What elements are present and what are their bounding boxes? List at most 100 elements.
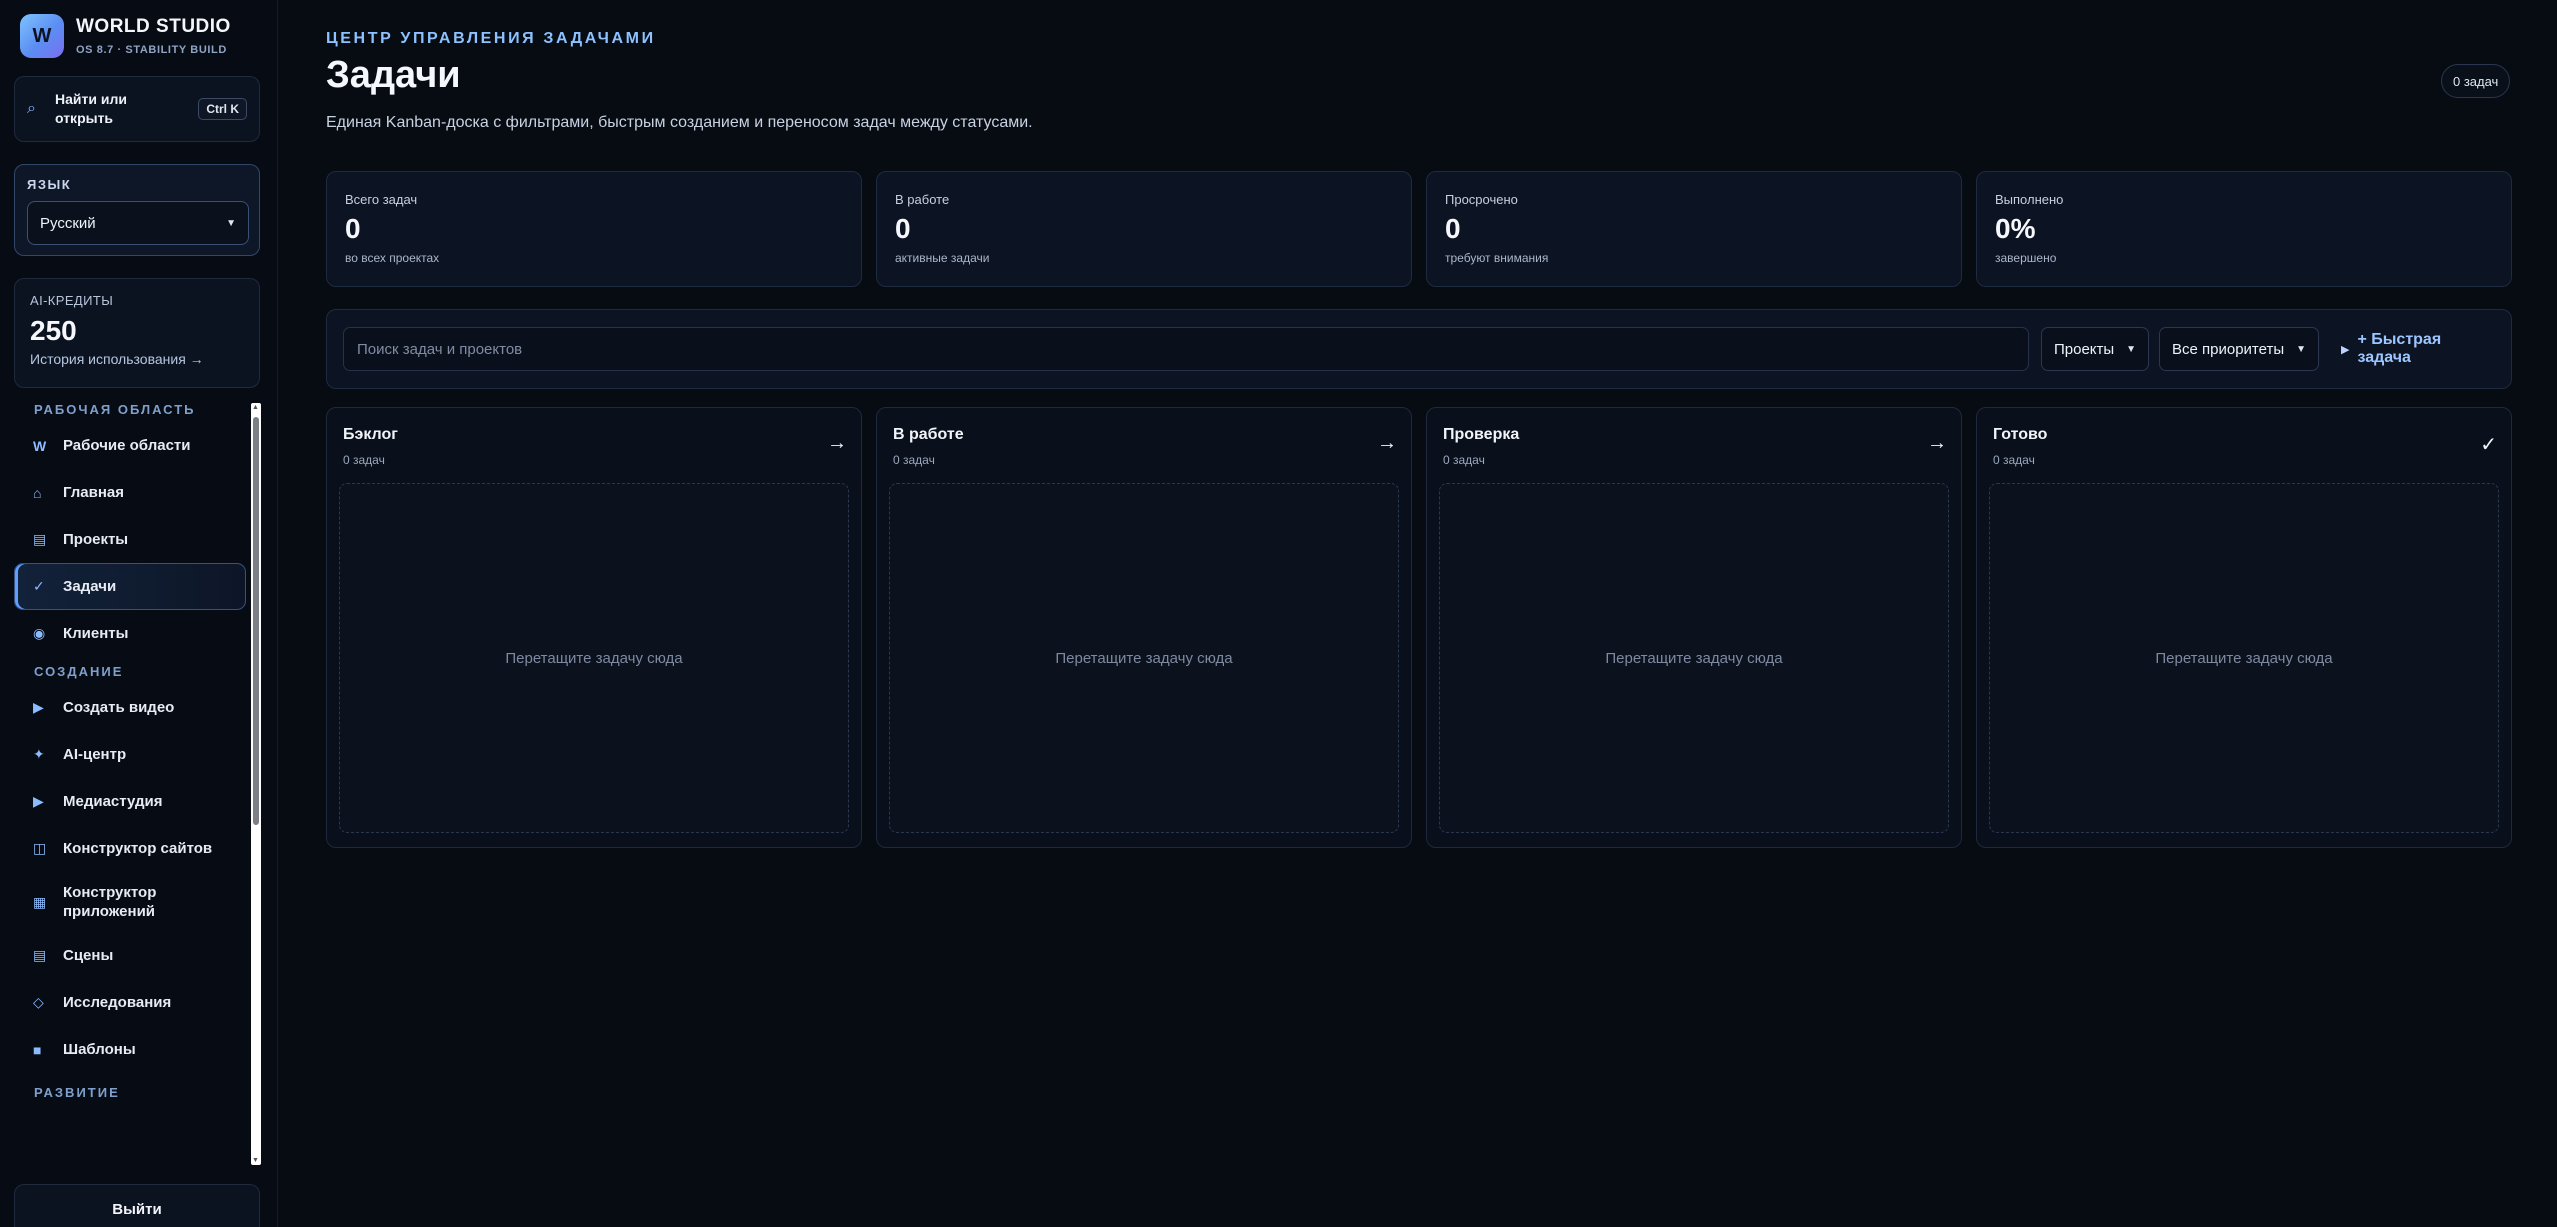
stat-hint: требуют внимания [1445, 251, 1549, 265]
column-title: В работе [893, 426, 964, 443]
main-content: ЦЕНТР УПРАВЛЕНИЯ ЗАДАЧАМИ Задачи Единая … [278, 0, 2557, 1227]
home-icon: ⌂ [33, 484, 42, 501]
play-icon: ▶ [33, 793, 44, 809]
page-eyebrow: ЦЕНТР УПРАВЛЕНИЯ ЗАДАЧАМИ [326, 30, 656, 47]
column-count: 0 задач [893, 453, 935, 467]
language-select[interactable]: Русский ▼ [27, 201, 249, 245]
scrollbar-thumb[interactable] [253, 417, 259, 825]
arrow-right-icon[interactable]: → [827, 432, 847, 455]
filter-toolbar: Поиск задач и проектов Проекты ▼ Все при… [326, 309, 2512, 389]
layout-icon: ◫ [33, 840, 47, 856]
stat-card-done: Выполнено 0% завершено [1976, 171, 2512, 287]
sidebar-item-tasks[interactable]: ✓ Задачи [14, 563, 246, 610]
sidebar-item-templates[interactable]: ■ Шаблоны [14, 1026, 246, 1073]
stat-value: 0 [1445, 213, 1461, 244]
projects-filter-select[interactable]: Проекты ▼ [2041, 327, 2149, 371]
column-title: Проверка [1443, 426, 1520, 443]
nav-section-growth: РАЗВИТИЕ [34, 1085, 120, 1100]
check-icon: ✓ [33, 578, 45, 594]
column-count: 0 задач [1443, 453, 1485, 467]
shortcut-badge: Ctrl K [198, 98, 247, 120]
credits-value: 250 [30, 315, 77, 346]
stat-value: 0% [1995, 213, 2036, 244]
stat-label: Просрочено [1445, 192, 1518, 207]
sidebar-scrollbar[interactable]: ▲ ▼ [251, 403, 261, 1165]
kanban-column-review: Проверка 0 задач → Перетащите задачу сюд… [1426, 407, 1962, 848]
chevron-down-icon: ▼ [226, 217, 236, 229]
sidebar-item-label: AI-центр [63, 746, 127, 763]
priority-filter-select[interactable]: Все приоритеты ▼ [2159, 327, 2319, 371]
stat-value: 0 [895, 213, 911, 244]
sidebar-item-media-studio[interactable]: ▶ Медиастудия [14, 778, 246, 825]
film-icon: ▤ [33, 947, 47, 963]
stat-card-overdue: Просрочено 0 требуют внимания [1426, 171, 1962, 287]
sparkle-icon: ✦ [33, 746, 45, 762]
sidebar-item-label: Конструктор сайтов [63, 840, 213, 857]
search-icon: ⌕ [27, 100, 36, 117]
column-dropzone[interactable]: Перетащите задачу сюда [1439, 483, 1949, 833]
sidebar: W WORLD STUDIO OS 8.7 · STABILITY BUILD … [0, 0, 278, 1227]
logout-button[interactable]: Выйти [14, 1184, 260, 1227]
stat-label: Всего задач [345, 192, 418, 207]
sidebar-item-label: Сцены [63, 947, 114, 964]
credits-caption: AI-КРЕДИТЫ [30, 293, 114, 308]
command-search-button[interactable]: ⌕ Найти или открыть Ctrl K [14, 76, 260, 142]
sidebar-item-app-builder[interactable]: ▦ Конструктор приложений [14, 872, 246, 932]
template-icon: ■ [33, 1041, 42, 1058]
sidebar-item-label: Главная [63, 484, 125, 501]
scroll-down-icon[interactable]: ▼ [252, 1157, 259, 1164]
sidebar-item-label: Рабочие области [63, 437, 191, 454]
task-search-input[interactable]: Поиск задач и проектов [343, 327, 2029, 371]
column-count: 0 задач [343, 453, 385, 467]
sidebar-item-workspaces[interactable]: W Рабочие области [14, 422, 246, 469]
column-count: 0 задач [1993, 453, 2035, 467]
sidebar-item-research[interactable]: ◇ Исследования [14, 979, 246, 1026]
usage-history-link[interactable]: История использования → [30, 351, 244, 367]
column-dropzone[interactable]: Перетащите задачу сюда [339, 483, 849, 833]
check-icon[interactable]: ✓ [2480, 432, 2497, 457]
sidebar-item-home[interactable]: ⌂ Главная [14, 469, 246, 516]
sidebar-item-clients[interactable]: ◉ Клиенты [14, 610, 246, 657]
sidebar-item-label: Создать видео [63, 699, 175, 716]
sidebar-item-create-video[interactable]: ▶ Создать видео [14, 684, 246, 731]
kanban-column-done: Готово 0 задач ✓ Перетащите задачу сюда [1976, 407, 2512, 848]
stat-hint: завершено [1995, 251, 2057, 265]
kanban-board: Бэклог 0 задач → Перетащите задачу сюда … [326, 407, 2512, 848]
credits-panel: AI-КРЕДИТЫ 250 История использования → [14, 278, 260, 388]
scroll-up-icon[interactable]: ▲ [252, 404, 259, 411]
column-dropzone[interactable]: Перетащите задачу сюда [889, 483, 1399, 833]
task-count-badge: 0 задач [2441, 64, 2511, 98]
sidebar-item-label: Задачи [63, 578, 117, 595]
language-caption: ЯЗЫК [27, 177, 72, 192]
stat-label: В работе [895, 192, 950, 207]
sidebar-item-label: Конструктор приложений [63, 884, 157, 920]
sidebar-item-projects[interactable]: ▤ Проекты [14, 516, 246, 563]
arrow-right-icon[interactable]: → [1927, 432, 1947, 455]
brand-text: WORLD STUDIO OS 8.7 · STABILITY BUILD [76, 16, 231, 56]
workspace-icon: W [33, 437, 47, 454]
chevron-down-icon: ▼ [2296, 343, 2306, 355]
sidebar-item-site-builder[interactable]: ◫ Конструктор сайтов [14, 825, 246, 872]
play-icon: ▶ [2341, 343, 2350, 356]
column-title: Готово [1993, 426, 2048, 443]
brand-logo: W [20, 14, 64, 58]
sidebar-item-scenes[interactable]: ▤ Сцены [14, 932, 246, 979]
command-search-label: Найти или открыть [55, 91, 127, 126]
projects-filter-value: Проекты [2054, 340, 2115, 358]
language-panel: ЯЗЫК Русский ▼ [14, 164, 260, 256]
stat-hint: во всех проектах [345, 251, 440, 265]
stat-label: Выполнено [1995, 192, 2064, 207]
sidebar-item-label: Клиенты [63, 625, 129, 642]
sidebar-item-label: Шаблоны [63, 1041, 136, 1058]
user-icon: ◉ [33, 625, 46, 641]
column-dropzone[interactable]: Перетащите задачу сюда [1989, 483, 2499, 833]
folder-icon: ▤ [33, 531, 47, 547]
quick-task-label: + Быстрая задача [2357, 331, 2442, 366]
brand[interactable]: W WORLD STUDIO OS 8.7 · STABILITY BUILD [20, 14, 231, 58]
grid-icon: ▦ [33, 893, 47, 910]
quick-task-button[interactable]: ▶ + Быстрая задача [2329, 327, 2511, 371]
page-description: Единая Kanban-доска с фильтрами, быстрым… [326, 114, 1033, 131]
arrow-right-icon[interactable]: → [1377, 432, 1397, 455]
column-title: Бэклог [343, 426, 398, 443]
sidebar-item-ai-center[interactable]: ✦ AI-центр [14, 731, 246, 778]
